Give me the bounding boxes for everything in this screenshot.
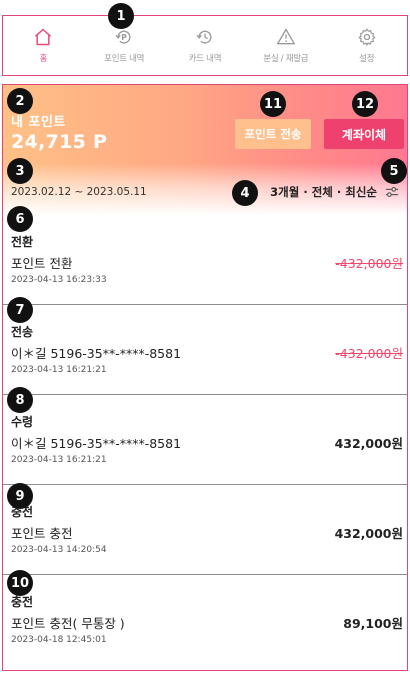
filter-settings-icon[interactable] xyxy=(385,185,399,199)
account-transfer-button[interactable]: 계좌이체 xyxy=(324,119,404,149)
transaction-type: 수령 xyxy=(11,415,34,429)
transaction-time: 2023-04-13 16:23:33 xyxy=(11,275,107,285)
transaction-time: 2023-04-18 12:45:01 xyxy=(11,635,107,645)
points-amount: 24,715 P xyxy=(11,131,108,153)
point-transfer-button[interactable]: 포인트 전송 xyxy=(235,119,311,149)
transaction-row[interactable]: 전송 이＊길 5196-35**-****-8581 2023-04-13 16… xyxy=(3,305,407,395)
transaction-amount: 89,100원 xyxy=(343,616,403,631)
transaction-type: 전송 xyxy=(11,325,34,339)
annotation-badge-7: 7 xyxy=(7,297,33,323)
transaction-amount: -432,000원 xyxy=(335,256,403,271)
transaction-amount: -432,000원 xyxy=(335,346,403,361)
annotation-badge-4: 4 xyxy=(232,180,258,206)
nav-home-label: 홈 xyxy=(39,54,48,64)
annotation-badge-1: 1 xyxy=(108,3,134,29)
transaction-desc: 이＊길 5196-35**-****-8581 xyxy=(11,436,182,451)
annotation-badge-12: 12 xyxy=(352,91,378,117)
annotation-badge-9: 9 xyxy=(7,483,33,509)
nav-home[interactable]: 홈 xyxy=(3,27,83,64)
annotation-badge-11: 11 xyxy=(260,91,286,117)
transaction-desc: 포인트 전환 xyxy=(11,256,73,271)
transaction-desc: 포인트 충전 xyxy=(11,526,73,541)
app-screen: 홈 P 포인트 내역 카드 내역 분실 / 재발급 설정 내 포인트 24,71… xyxy=(0,0,410,673)
svg-text:P: P xyxy=(121,33,127,42)
gear-icon xyxy=(358,28,375,46)
transaction-row[interactable]: 전환 포인트 전환 2023-04-13 16:23:33 -432,000원 xyxy=(3,215,407,305)
home-icon xyxy=(35,28,52,46)
filter-row: 2023.02.12 ~ 2023.05.11 3개월 · 전체 · 최신순 xyxy=(3,180,407,204)
transaction-time: 2023-04-13 14:20:54 xyxy=(11,545,107,555)
points-history-icon: P xyxy=(115,30,131,44)
transaction-desc: 이＊길 5196-35**-****-8581 xyxy=(11,346,182,361)
top-navigation: 홈 P 포인트 내역 카드 내역 분실 / 재발급 설정 xyxy=(2,15,408,76)
transaction-list: 전환 포인트 전환 2023-04-13 16:23:33 -432,000원 … xyxy=(3,215,407,665)
nav-points-history[interactable]: P 포인트 내역 xyxy=(84,27,164,64)
transaction-desc: 포인트 충전( 무통장 ) xyxy=(11,616,125,631)
annotation-badge-3: 3 xyxy=(7,158,33,184)
annotation-badge-6: 6 xyxy=(7,206,33,232)
filter-summary[interactable]: 3개월 · 전체 · 최신순 xyxy=(270,184,377,200)
main-content: 내 포인트 24,715 P 포인트 전송 계좌이체 2023.02.12 ~ … xyxy=(2,84,408,671)
transaction-amount: 432,000원 xyxy=(334,526,403,541)
annotation-badge-10: 10 xyxy=(7,570,33,596)
annotation-badge-2: 2 xyxy=(7,88,33,114)
transaction-amount: 432,000원 xyxy=(334,436,403,451)
annotation-badge-8: 8 xyxy=(7,387,33,413)
nav-card-history[interactable]: 카드 내역 xyxy=(165,27,245,64)
nav-lost-reissue[interactable]: 분실 / 재발급 xyxy=(246,27,326,64)
nav-card-history-label: 카드 내역 xyxy=(188,54,222,64)
transaction-type: 전환 xyxy=(11,235,34,249)
transaction-row[interactable]: 충전 포인트 충전( 무통장 ) 2023-04-18 12:45:01 89,… xyxy=(3,575,407,665)
nav-lost-reissue-label: 분실 / 재발급 xyxy=(263,54,309,64)
transaction-time: 2023-04-13 16:21:21 xyxy=(11,455,107,465)
nav-settings-label: 설정 xyxy=(359,54,375,64)
transaction-time: 2023-04-13 16:21:21 xyxy=(11,365,107,375)
warning-icon xyxy=(276,28,295,45)
period-range: 2023.02.12 ~ 2023.05.11 xyxy=(11,186,147,198)
nav-settings[interactable]: 설정 xyxy=(327,27,407,64)
nav-points-history-label: 포인트 내역 xyxy=(104,54,145,64)
annotation-badge-5: 5 xyxy=(381,158,407,184)
card-history-icon xyxy=(196,30,212,44)
transaction-row[interactable]: 충전 포인트 충전 2023-04-13 14:20:54 432,000원 xyxy=(3,485,407,575)
transaction-row[interactable]: 수령 이＊길 5196-35**-****-8581 2023-04-13 16… xyxy=(3,395,407,485)
